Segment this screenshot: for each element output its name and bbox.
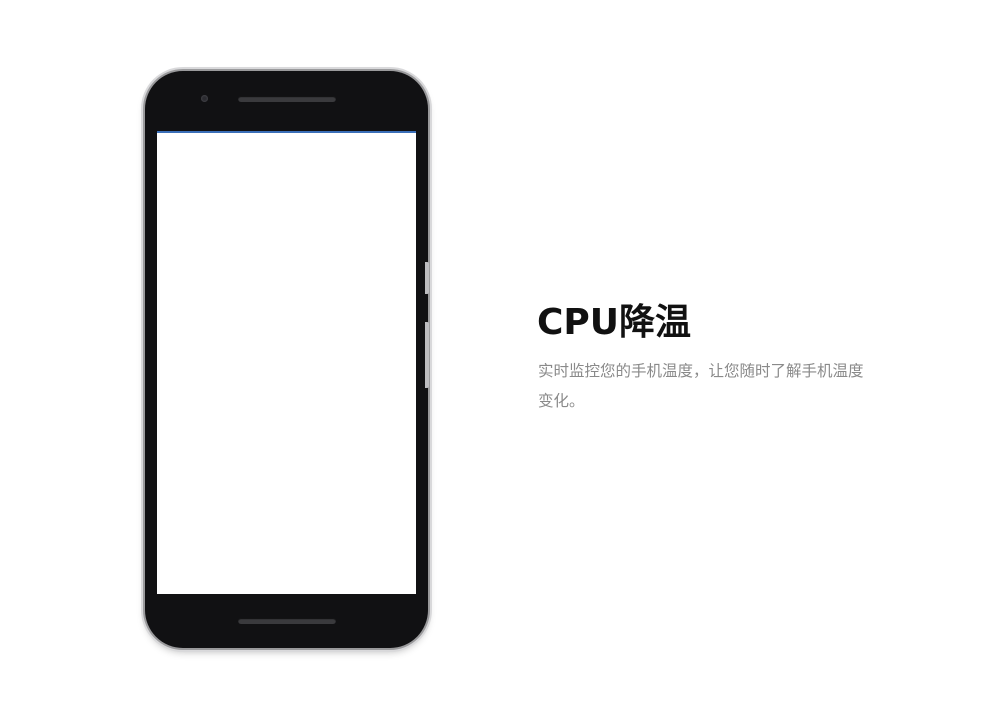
phone-screen bbox=[157, 131, 416, 594]
volume-button bbox=[425, 322, 429, 388]
front-camera-icon bbox=[201, 95, 208, 102]
feature-description: 实时监控您的手机温度，让您随时了解手机温度变化。 bbox=[538, 362, 864, 410]
power-button bbox=[425, 262, 429, 294]
earpiece-speaker-icon bbox=[238, 96, 336, 102]
phone-mockup bbox=[145, 71, 428, 648]
bottom-speaker-icon bbox=[238, 618, 336, 624]
feature-title: CPU降温 bbox=[537, 302, 692, 343]
